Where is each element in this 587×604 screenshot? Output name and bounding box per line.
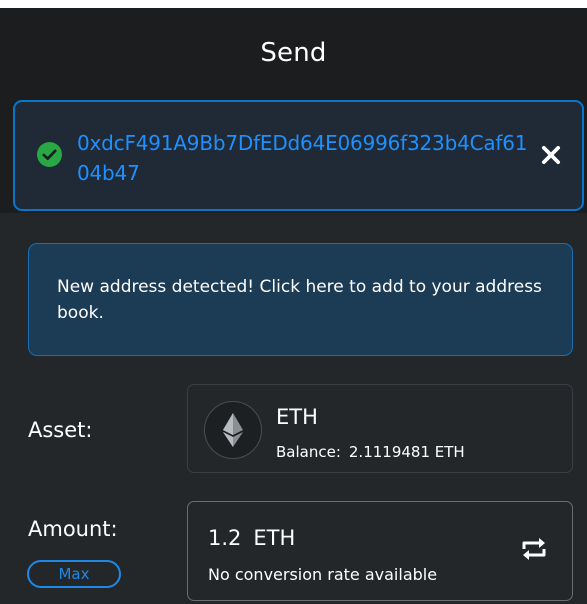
max-button[interactable]: Max <box>27 560 121 588</box>
ethereum-icon <box>204 401 262 459</box>
top-strip <box>0 0 587 8</box>
amount-line: 1.2 ETH <box>208 526 295 550</box>
amount-unit: ETH <box>253 526 296 550</box>
new-address-banner[interactable]: New address detected! Click here to add … <box>28 243 573 356</box>
amount-value: 1.2 <box>208 526 242 550</box>
asset-label: Asset: <box>28 418 93 442</box>
asset-balance: Balance: 2.1119481 ETH <box>276 443 465 461</box>
check-circle-icon <box>37 142 62 167</box>
new-address-banner-text: New address detected! Click here to add … <box>57 277 542 323</box>
balance-value: 2.1119481 ETH <box>348 443 465 461</box>
page-title: Send <box>260 38 327 68</box>
send-header: Send 0xdcF491A9Bb7DfEDd64E06996f323b4Caf… <box>0 8 587 213</box>
conversion-rate-text: No conversion rate available <box>208 565 438 584</box>
amount-label: Amount: <box>28 517 118 541</box>
asset-selector[interactable]: ETH Balance: 2.1119481 ETH <box>187 384 573 473</box>
amount-input[interactable]: 1.2 ETH No conversion rate available <box>187 501 573 601</box>
swap-icon[interactable] <box>520 536 548 562</box>
balance-label: Balance: <box>276 443 341 461</box>
recipient-address-box[interactable]: 0xdcF491A9Bb7DfEDd64E06996f323b4Caf6104b… <box>13 100 584 211</box>
recipient-address: 0xdcF491A9Bb7DfEDd64E06996f323b4Caf6104b… <box>77 131 528 185</box>
close-icon[interactable] <box>540 144 562 166</box>
asset-symbol: ETH <box>276 405 318 429</box>
send-screen: Send 0xdcF491A9Bb7DfEDd64E06996f323b4Caf… <box>0 0 587 604</box>
